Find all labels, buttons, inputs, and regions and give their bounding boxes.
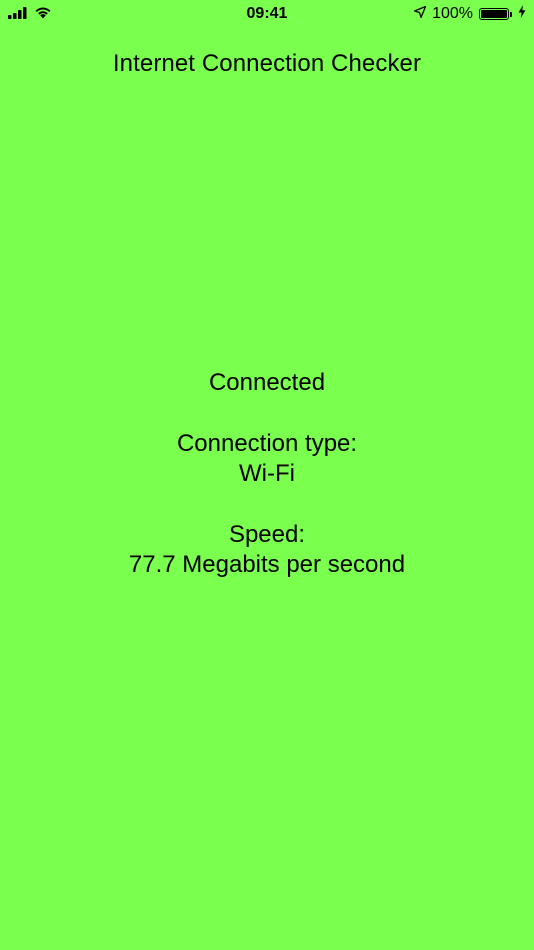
connection-type-label: Connection type: (176, 430, 358, 457)
location-arrow-icon (413, 5, 427, 23)
battery-icon (479, 8, 512, 20)
connection-status-panel: Connected Connection type: Wi-Fi Speed: … (0, 368, 534, 580)
connection-state-text: Connected (208, 369, 326, 396)
status-bar: 09:41 100% (0, 0, 534, 30)
battery-percent: 100% (432, 5, 473, 22)
speed-value: 77.7 Megabits per second (128, 551, 406, 578)
battery-fill (481, 10, 507, 18)
speed-label: Speed: (228, 521, 306, 548)
page-title: Internet Connection Checker (112, 50, 422, 77)
connection-type-value: Wi-Fi (239, 460, 295, 487)
status-bar-right: 100% (413, 5, 526, 23)
charging-bolt-icon (518, 5, 526, 23)
